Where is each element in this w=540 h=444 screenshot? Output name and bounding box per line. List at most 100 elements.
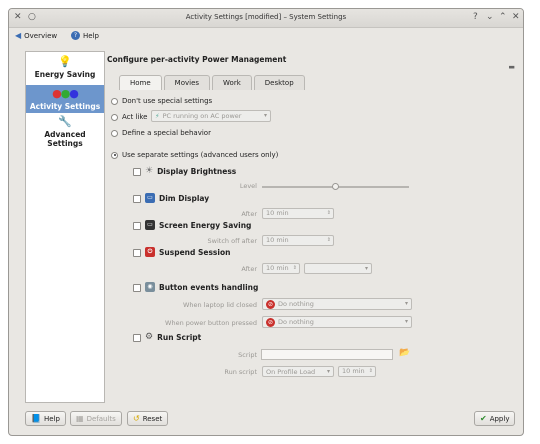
- suspend-session-checkbox[interactable]: [133, 249, 141, 257]
- spin-value: 10 min: [266, 236, 289, 244]
- button-label: Help: [43, 414, 60, 423]
- system-settings-window: ✕ ○ Activity Settings [modified] – Syste…: [8, 8, 524, 436]
- act-like-value: PC running on AC power: [162, 112, 242, 120]
- lid-closed-select[interactable]: ⊘ Do nothing ▾: [262, 298, 412, 310]
- act-like-select[interactable]: ⚡ PC running on AC power ▾: [151, 110, 271, 122]
- help-circle-icon: ?: [71, 31, 80, 40]
- section-label: Run Script: [157, 332, 202, 342]
- spin-arrows-icon: ⇕: [368, 368, 373, 374]
- overview-button[interactable]: ◀ Overview: [15, 31, 57, 40]
- select-value: Do nothing: [278, 300, 314, 308]
- reset-button[interactable]: ↺ Reset: [127, 411, 169, 426]
- tab-home[interactable]: Home: [119, 75, 162, 90]
- help-icon[interactable]: ?: [473, 12, 478, 22]
- radio-indicator: [111, 113, 118, 121]
- apply-button[interactable]: ✔ Apply: [474, 411, 516, 426]
- brightness-slider-handle[interactable]: [332, 183, 339, 190]
- sidebar-item-label: Activity Settings: [29, 102, 101, 111]
- title-bar: ✕ ○ Activity Settings [modified] – Syste…: [9, 9, 523, 28]
- button-label: Defaults: [86, 414, 116, 423]
- radio-label: Define a special behavior: [122, 129, 211, 137]
- radio-label: Act like: [122, 113, 148, 121]
- radio-indicator: [111, 129, 118, 137]
- switch-off-spinbox[interactable]: 10 min ⇕: [262, 235, 334, 246]
- button-events-checkbox[interactable]: [133, 284, 141, 292]
- main-content: Configure per-activity Power Management …: [107, 51, 517, 403]
- suspend-after-spinbox[interactable]: 10 min ⇕: [262, 263, 300, 274]
- button-events-title: ◉ Button events handling: [145, 282, 258, 292]
- chevron-down-icon: ▾: [404, 300, 408, 307]
- spin-arrows-icon: ⇕: [326, 210, 331, 216]
- radio-label: Don't use special settings: [122, 97, 213, 105]
- run-script-checkbox[interactable]: [133, 334, 141, 342]
- dialog-footer: 📘 Help ▦ Defaults ↺ Reset ✔ Apply: [9, 407, 523, 433]
- spin-arrows-icon: ⇕: [326, 237, 331, 243]
- dim-after-spinbox[interactable]: 10 min ⇕: [262, 208, 334, 219]
- sidebar-item-advanced-settings[interactable]: 🔧 Advanced Settings: [26, 116, 104, 154]
- gear-icon: ⚙: [145, 332, 154, 342]
- button-label: Reset: [142, 414, 163, 423]
- run-script-label: Run script: [224, 368, 257, 376]
- back-arrow-icon: ◀: [15, 31, 22, 40]
- screen-energy-checkbox[interactable]: [133, 222, 141, 230]
- tab-work[interactable]: Work: [212, 75, 252, 90]
- close-icon[interactable]: ✕: [512, 12, 520, 22]
- power-pressed-label: When power button pressed: [165, 319, 257, 327]
- radio-indicator: [111, 97, 118, 105]
- select-value: Do nothing: [278, 318, 314, 326]
- tab-movies[interactable]: Movies: [163, 75, 211, 90]
- spin-value: 10 min: [266, 209, 289, 217]
- radio-indicator: [111, 151, 118, 159]
- run-script-time-spinbox[interactable]: 10 min ⇕: [338, 366, 376, 377]
- monitor-icon: ▭: [145, 193, 155, 203]
- button-label: Apply: [489, 414, 510, 423]
- spin-arrows-icon: ⇕: [292, 265, 297, 271]
- power-pressed-select[interactable]: ⊘ Do nothing ▾: [262, 316, 412, 328]
- folder-open-icon[interactable]: 📂: [399, 348, 410, 358]
- suspend-method-select[interactable]: ▾: [304, 263, 372, 274]
- buttons-icon: ◉: [145, 282, 155, 292]
- overview-label: Overview: [24, 31, 58, 40]
- sidebar-item-energy-saving[interactable]: 💡 Energy Saving: [26, 56, 104, 84]
- run-script-select[interactable]: On Profile Load ▾: [262, 366, 334, 377]
- sidebar-item-label: Energy Saving: [34, 70, 96, 79]
- battery-icon: ▬: [508, 63, 515, 71]
- minimize-icon[interactable]: ⌄: [486, 12, 494, 22]
- section-label: Button events handling: [159, 282, 259, 292]
- section-label: Display Brightness: [157, 166, 237, 176]
- suspend-session-title: ⏻ Suspend Session: [145, 247, 230, 257]
- script-label: Script: [238, 351, 257, 359]
- help-button[interactable]: ? Help: [71, 31, 99, 40]
- section-label: Suspend Session: [159, 247, 231, 257]
- screen-energy-title: ▭ Screen Energy Saving: [145, 220, 251, 230]
- power-icon: ⏻: [145, 247, 155, 257]
- switch-off-label: Switch off after: [207, 237, 257, 245]
- help-label: Help: [83, 31, 99, 40]
- dim-display-checkbox[interactable]: [133, 195, 141, 203]
- defaults-icon: ▦: [76, 413, 84, 423]
- radio-label: Use separate settings (advanced users on…: [122, 151, 279, 159]
- select-value: On Profile Load: [266, 367, 316, 376]
- spin-value: 10 min: [342, 367, 365, 375]
- define-special-radio[interactable]: Define a special behavior: [111, 129, 211, 137]
- dim-after-label: After: [241, 210, 257, 218]
- maximize-icon[interactable]: ⌃: [499, 12, 507, 22]
- lightbulb-icon: 💡: [58, 55, 72, 68]
- use-separate-radio[interactable]: Use separate settings (advanced users on…: [111, 151, 278, 159]
- nav-toolbar: ◀ Overview ? Help: [9, 27, 523, 45]
- tab-desktop[interactable]: Desktop: [253, 75, 305, 90]
- act-like-radio[interactable]: Act like: [111, 113, 147, 121]
- dont-use-radio[interactable]: Don't use special settings: [111, 97, 212, 105]
- no-action-icon: ⊘: [266, 299, 275, 309]
- sidebar-item-activity-settings[interactable]: ●●● Activity Settings: [26, 85, 104, 113]
- reset-icon: ↺: [133, 413, 140, 423]
- window-title: Activity Settings [modified] – System Se…: [185, 13, 347, 21]
- display-brightness-title: ☀ Display Brightness: [145, 166, 236, 176]
- help-footer-button[interactable]: 📘 Help: [25, 411, 66, 426]
- section-label: Dim Display: [159, 193, 210, 203]
- display-brightness-checkbox[interactable]: [133, 168, 141, 176]
- script-path-input[interactable]: [261, 349, 393, 360]
- defaults-button[interactable]: ▦ Defaults: [70, 411, 122, 426]
- checkmark-icon: ✔: [480, 413, 487, 423]
- suspend-after-label: After: [241, 265, 257, 273]
